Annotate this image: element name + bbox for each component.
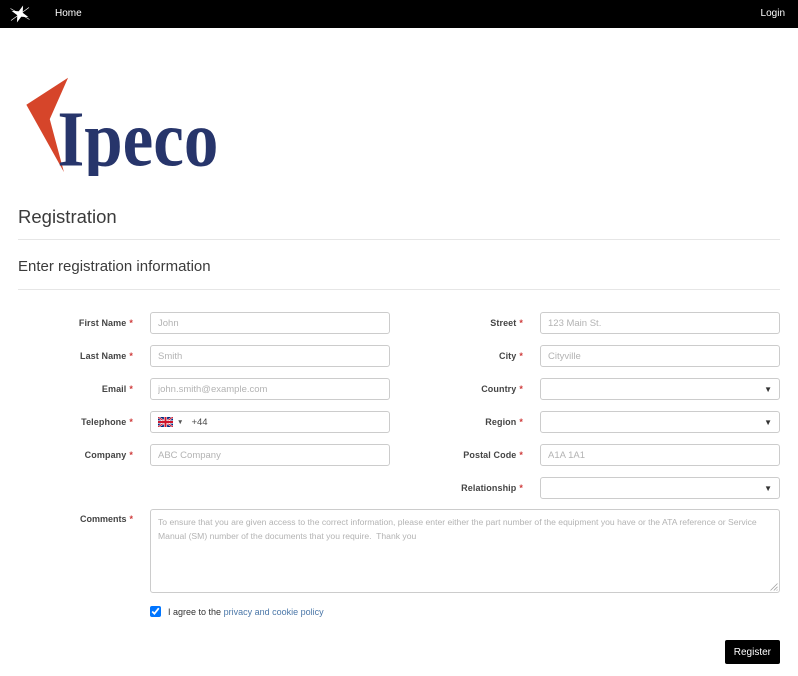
company-input[interactable] — [150, 444, 390, 466]
field-label-relationship: Relationship * — [390, 483, 540, 493]
field-control-relationship: ▼ — [540, 477, 780, 499]
field-control-last-name — [150, 345, 390, 367]
nav-home-link[interactable]: Home — [55, 0, 82, 28]
required-marker: * — [129, 514, 133, 524]
label-text: City — [498, 351, 517, 361]
required-marker: * — [129, 384, 133, 394]
privacy-consent-checkbox[interactable] — [150, 606, 161, 617]
required-marker: * — [519, 351, 523, 361]
top-navigation-bar: Home Login — [0, 0, 798, 28]
label-text: Region — [485, 417, 517, 427]
field-label-postal-code: Postal Code * — [390, 450, 540, 460]
label-text: Street — [490, 318, 517, 328]
field-control-company — [150, 444, 390, 466]
field-label-email: Email * — [18, 384, 150, 394]
field-label-comments: Comments * — [18, 509, 150, 593]
field-label-telephone: Telephone * — [18, 417, 150, 427]
chevron-down-icon: ▼ — [764, 484, 772, 493]
region-select[interactable]: ▼ — [540, 411, 780, 433]
consent-row: I agree to the privacy and cookie policy — [18, 606, 780, 617]
label-text: Comments — [79, 514, 127, 524]
field-label-country: Country * — [390, 384, 540, 394]
required-marker: * — [519, 384, 523, 394]
section-divider — [18, 289, 780, 290]
required-marker: * — [129, 318, 133, 328]
required-marker: * — [129, 417, 133, 427]
star-burst-brand-icon[interactable] — [7, 2, 33, 26]
label-text: Company — [84, 450, 127, 460]
field-label-street: Street * — [390, 318, 540, 328]
postal-code-input[interactable] — [540, 444, 780, 466]
field-label-company: Company * — [18, 450, 150, 460]
section-title: Enter registration information — [18, 258, 211, 275]
email-input[interactable] — [150, 378, 390, 400]
chevron-down-icon: ▼ — [764, 385, 772, 394]
field-label-city: City * — [390, 351, 540, 361]
dial-code-text: +44 — [191, 416, 208, 428]
field-label-region: Region * — [390, 417, 540, 427]
relationship-select[interactable]: ▼ — [540, 477, 780, 499]
comments-row: Comments * — [18, 509, 780, 593]
comments-textarea[interactable] — [150, 509, 780, 593]
chevron-down-icon[interactable]: ▼ — [177, 419, 183, 426]
consent-label-text: I agree to the — [168, 606, 222, 617]
privacy-and-cookie-policy-link[interactable]: privacy and cookie policy — [224, 607, 324, 617]
register-button[interactable]: Register — [724, 640, 780, 664]
field-control-telephone: ▼ +44 — [150, 411, 390, 433]
field-label-last-name: Last Name * — [18, 351, 150, 361]
required-marker: * — [519, 483, 523, 493]
required-marker: * — [519, 450, 523, 460]
label-text: Last Name — [79, 351, 127, 361]
title-divider — [18, 239, 780, 240]
required-marker: * — [129, 351, 133, 361]
label-text: Relationship — [461, 483, 517, 493]
field-control-postal-code — [540, 444, 780, 466]
united-kingdom-flag-icon[interactable] — [157, 416, 174, 428]
label-text: Telephone — [81, 417, 127, 427]
telephone-input[interactable]: ▼ +44 — [150, 411, 390, 433]
label-text: Country — [481, 384, 517, 394]
street-input[interactable] — [540, 312, 780, 334]
registration-form: First Name* Street* Last Name* City* Ema… — [18, 312, 780, 499]
field-control-city — [540, 345, 780, 367]
required-marker: * — [519, 318, 523, 328]
label-text: First Name — [78, 318, 127, 328]
required-marker: * — [129, 450, 133, 460]
page-title: Registration — [18, 206, 117, 227]
field-control-street — [540, 312, 780, 334]
field-label-first-name: First Name * — [18, 318, 150, 328]
field-control-email — [150, 378, 390, 400]
city-input[interactable] — [540, 345, 780, 367]
country-select[interactable]: ▼ — [540, 378, 780, 400]
form-actions: Register — [18, 640, 780, 664]
first-name-input[interactable] — [150, 312, 390, 334]
label-text: Email — [101, 384, 127, 394]
chevron-down-icon: ▼ — [764, 418, 772, 427]
ipeco-logo: Ipeco — [18, 70, 780, 183]
ipeco-wordmark: Ipeco — [57, 96, 218, 176]
label-text: Postal Code — [463, 450, 517, 460]
field-control-country: ▼ — [540, 378, 780, 400]
page-container: Ipeco Registration Enter registration in… — [18, 70, 780, 664]
field-control-first-name — [150, 312, 390, 334]
field-control-comments — [150, 509, 780, 593]
last-name-input[interactable] — [150, 345, 390, 367]
required-marker: * — [519, 417, 523, 427]
field-control-region: ▼ — [540, 411, 780, 433]
nav-login-link[interactable]: Login — [761, 0, 785, 28]
